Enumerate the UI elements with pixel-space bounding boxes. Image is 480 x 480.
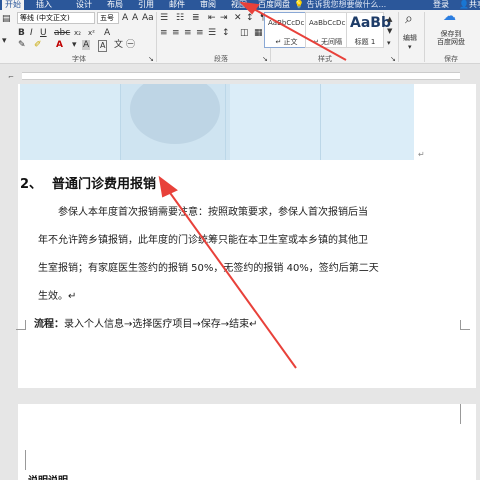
- search-icon[interactable]: ⌕: [405, 12, 413, 26]
- underline-icon[interactable]: U: [40, 28, 47, 38]
- font-group-label: 字体: [72, 55, 86, 63]
- change-case-icon[interactable]: Aa: [142, 13, 154, 23]
- heading-text: 普通门诊费用报销: [52, 177, 157, 192]
- highlight-icon[interactable]: ✐: [34, 40, 42, 50]
- paragraph-line[interactable]: 参保人本年度首次报销需要注意：按照政策要求，参保人首次报销后当: [58, 203, 368, 218]
- tab-references[interactable]: 引用: [135, 0, 157, 10]
- flow-label: 流程：: [34, 319, 64, 330]
- char-border-icon[interactable]: A: [98, 40, 108, 52]
- bold-icon[interactable]: B: [18, 28, 25, 38]
- margin-corner-mark: [460, 320, 470, 330]
- lightbulb-icon: 💡: [294, 0, 307, 9]
- styles-group-label: 样式: [318, 55, 332, 63]
- editing-button[interactable]: 编辑: [403, 34, 417, 42]
- paragraph-line[interactable]: 生室报销；有家庭医生签约的报销 50%，无签约的报销 40%，签约后第二天: [38, 259, 379, 274]
- font-name-select[interactable]: 等线 (中文正文): [17, 12, 95, 24]
- save-group-label: 保存: [444, 55, 458, 63]
- superscript-icon[interactable]: x²: [88, 28, 95, 38]
- font-color-icon[interactable]: A: [56, 40, 63, 50]
- divider: [398, 12, 399, 62]
- clipboard-icon[interactable]: ▤: [2, 14, 11, 24]
- paragraph-group-label: 段落: [214, 55, 228, 63]
- flow-text: 录入个人信息→选择医疗项目→保存→结束↵: [64, 319, 258, 330]
- document-page: ↵ 2、 普通门诊费用报销 参保人本年度首次报销需要注意：按照政策要求，参保人首…: [16, 84, 476, 388]
- line-spacing-icon[interactable]: ↕: [222, 28, 230, 38]
- divider: [156, 12, 157, 62]
- sort-icon[interactable]: ↕: [246, 13, 254, 23]
- phonetic-icon[interactable]: 文: [114, 40, 123, 50]
- font-dialog-launcher-icon[interactable]: ↘: [148, 54, 154, 64]
- strikethrough-icon[interactable]: abc: [54, 28, 70, 38]
- paragraph-dialog-launcher-icon[interactable]: ↘: [262, 54, 268, 64]
- shrink-font-icon[interactable]: A: [132, 13, 138, 23]
- paragraph-mark: ↵: [418, 150, 425, 159]
- italic-icon[interactable]: I: [30, 28, 33, 38]
- page2-heading[interactable]: 说明说明: [28, 472, 68, 480]
- justify-icon[interactable]: ≡: [196, 28, 204, 38]
- tab-view[interactable]: 视图: [228, 0, 250, 10]
- tab-review[interactable]: 审阅: [197, 0, 219, 10]
- style-no-spacing[interactable]: AaBbCcDc ↵ 无间隔: [305, 12, 350, 48]
- paste-dropdown-icon[interactable]: ▾: [2, 36, 7, 46]
- tab-mailings[interactable]: 邮件: [166, 0, 188, 10]
- share-button[interactable]: 👤共享: [459, 0, 480, 10]
- tab-stop-selector-icon[interactable]: ⌐: [8, 73, 14, 81]
- subscript-icon[interactable]: x₂: [74, 28, 81, 38]
- heading-number: 2、: [20, 177, 43, 192]
- paragraph-line[interactable]: 生效。↵: [38, 287, 76, 302]
- distributed-icon[interactable]: ☰: [208, 28, 216, 38]
- document-image: [20, 84, 414, 160]
- cloud-save-icon[interactable]: ☁: [443, 10, 456, 23]
- borders-icon[interactable]: ▦: [254, 28, 263, 38]
- styles-more-icon[interactable]: ▾: [387, 38, 391, 48]
- font-size-select[interactable]: 五号: [97, 12, 119, 24]
- ribbon: ▤ ▾ 等线 (中文正文) 五号 A A Aa B I U abc x₂ x² …: [0, 10, 480, 64]
- tab-layout[interactable]: 布局: [104, 0, 126, 10]
- flow-line[interactable]: 流程：录入个人信息→选择医疗项目→保存→结束↵: [34, 315, 258, 330]
- tab-home[interactable]: 开始: [2, 0, 24, 10]
- grow-font-icon[interactable]: A: [122, 13, 128, 23]
- margin-corner-mark: [460, 404, 470, 424]
- ruler-scale[interactable]: [22, 72, 460, 80]
- tab-design[interactable]: 设计: [73, 0, 95, 10]
- text-effects-icon[interactable]: A: [104, 28, 110, 38]
- margin-corner-mark: [16, 320, 26, 330]
- tell-me-search[interactable]: 💡 告诉我您想要做什么...: [294, 0, 386, 10]
- margin-corner-mark: [16, 450, 26, 470]
- styles-scroll-up-icon[interactable]: ▲: [387, 14, 392, 24]
- tab-baidu-netdisk[interactable]: 百度网盘: [255, 0, 293, 10]
- bullets-icon[interactable]: ☰: [160, 13, 168, 23]
- style-heading-1[interactable]: AaBb 标题 1: [346, 12, 391, 48]
- char-shading-icon[interactable]: A: [82, 40, 91, 50]
- enclose-char-icon[interactable]: ㊀: [126, 40, 135, 50]
- align-left-icon[interactable]: ≡: [160, 28, 168, 38]
- increase-indent-icon[interactable]: ⇥: [220, 13, 228, 23]
- align-right-icon[interactable]: ≡: [184, 28, 192, 38]
- shading-icon[interactable]: ◫: [240, 28, 249, 38]
- multilevel-list-icon[interactable]: ≣: [192, 13, 200, 23]
- styles-scroll-down-icon[interactable]: ▼: [387, 26, 392, 36]
- chinese-layout-icon[interactable]: ✕: [234, 13, 242, 23]
- person-icon: 👤: [459, 0, 469, 9]
- font-color-dropdown-icon[interactable]: ▾: [72, 40, 77, 50]
- format-painter-icon[interactable]: ✎: [18, 40, 26, 50]
- numbering-icon[interactable]: ☷: [176, 13, 184, 23]
- ribbon-tab-bar: 开始 插入 设计 布局 引用 邮件 审阅 视图 百度网盘 💡 告诉我您想要做什么…: [0, 0, 480, 10]
- align-center-icon[interactable]: ≡: [172, 28, 180, 38]
- tab-insert[interactable]: 插入: [33, 0, 55, 10]
- style-normal[interactable]: AaBbCcDc ↵ 正文: [264, 12, 309, 48]
- horizontal-ruler: ⌐: [0, 64, 480, 84]
- divider: [424, 12, 425, 62]
- document-page-2: 说明说明: [18, 404, 476, 480]
- paragraph-line[interactable]: 年不允许跨乡镇报销，此年度的门诊统筹只能在本卫生室或本乡镇的其他卫: [38, 231, 368, 246]
- styles-dialog-launcher-icon[interactable]: ↘: [390, 54, 396, 64]
- editing-dropdown-icon[interactable]: ▾: [408, 42, 412, 52]
- save-to-baidu-button[interactable]: 保存到 百度网盘: [428, 30, 474, 46]
- decrease-indent-icon[interactable]: ⇤: [208, 13, 216, 23]
